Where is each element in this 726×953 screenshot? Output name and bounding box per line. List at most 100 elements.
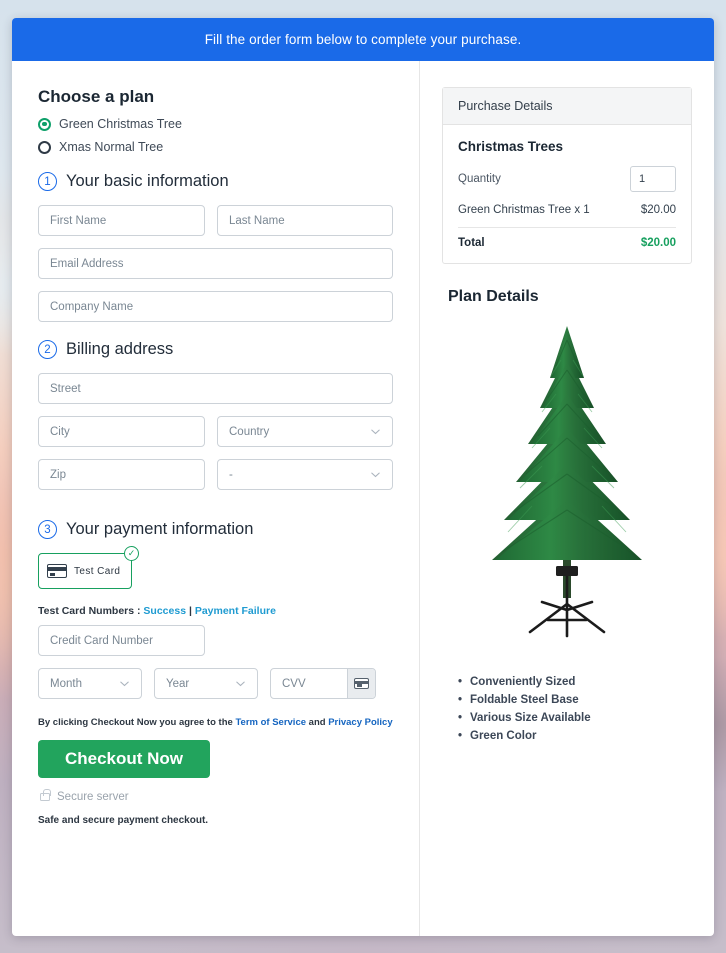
first-name-placeholder: First Name [50,214,107,227]
quantity-row: Quantity 1 [458,166,676,192]
checkout-card: Fill the order form below to complete yo… [12,18,714,936]
step-billing-address-header: 2 Billing address [38,340,393,359]
chevron-down-icon [371,472,380,478]
purchase-details-body: Christmas Trees Quantity 1 Green Christm… [443,125,691,263]
last-name-input[interactable]: Last Name [217,205,393,236]
purchase-details-title: Purchase Details [443,88,691,125]
test-card-tile[interactable]: Test Card [38,553,132,589]
month-placeholder: Month [50,677,82,690]
product-image [442,320,692,650]
test-card-label: Test Card [74,565,121,577]
country-placeholder: Country [229,425,270,438]
cvv-input[interactable]: CVV [271,669,347,698]
expiry-month-select[interactable]: Month [38,668,142,699]
plan-details-title: Plan Details [448,288,539,305]
email-placeholder: Email Address [50,257,124,270]
city-placeholder: City [50,425,70,438]
list-item: Various Size Available [458,712,692,724]
step-number-badge: 3 [38,520,57,539]
quantity-label: Quantity [458,173,501,185]
plan-option-label: Xmas Normal Tree [59,140,164,154]
country-select[interactable]: Country [217,416,393,447]
step-title: Billing address [66,340,174,358]
payment-method-test-card[interactable]: Test Card ✓ [38,546,139,589]
street-input[interactable]: Street [38,373,393,404]
year-placeholder: Year [166,677,190,690]
payment-failure-card-link[interactable]: Payment Failure [195,605,276,617]
plan-features-list: Conveniently Sized Foldable Steel Base V… [442,676,692,742]
cvv-placeholder: CVV [282,677,306,690]
street-placeholder: Street [50,382,81,395]
chevron-down-icon [371,429,380,435]
summary-column: Purchase Details Christmas Trees Quantit… [420,61,714,936]
purchase-details-panel: Purchase Details Christmas Trees Quantit… [442,87,692,264]
step-basic-information-header: 1 Your basic information [38,172,393,191]
test-card-numbers-row: Test Card Numbers : Success | Payment Fa… [38,605,393,617]
top-banner: Fill the order form below to complete yo… [12,18,714,61]
success-card-link[interactable]: Success [143,605,186,617]
line-item-amount: $20.00 [640,204,676,216]
terms-text: By clicking Checkout Now you agree to th… [38,717,393,728]
list-item: Green Color [458,730,692,742]
card-body: Choose a plan Green Christmas Tree Xmas … [12,61,714,936]
line-item-row: Green Christmas Tree x 1 $20.00 [458,204,676,228]
terms-mid: and [306,717,329,728]
list-item: Foldable Steel Base [458,694,692,706]
chevron-down-icon [236,681,245,687]
radio-unselected-icon[interactable] [38,140,51,154]
terms-of-service-link[interactable]: Term of Service [235,717,306,728]
step-number-badge: 1 [38,172,57,191]
order-form-column: Choose a plan Green Christmas Tree Xmas … [12,61,420,936]
zip-placeholder: Zip [50,468,66,481]
plan-option-xmas-normal-tree[interactable]: Xmas Normal Tree [38,140,393,154]
check-circle-icon: ✓ [124,546,139,561]
last-name-placeholder: Last Name [229,214,285,227]
zip-state-row: Zip - [38,459,393,502]
total-row: Total $20.00 [458,237,676,249]
quantity-input[interactable]: 1 [630,166,676,192]
company-placeholder: Company Name [50,300,134,313]
credit-card-placeholder: Credit Card Number [50,634,153,647]
city-input[interactable]: City [38,416,205,447]
step-title: Your payment information [66,520,254,538]
zip-input[interactable]: Zip [38,459,205,490]
step-payment-information-header: 3 Your payment information [38,520,393,539]
chevron-down-icon [120,681,129,687]
line-item-label: Green Christmas Tree x 1 [458,204,590,216]
cvv-help-button[interactable] [347,669,375,698]
company-name-input[interactable]: Company Name [38,291,393,322]
safe-checkout-note: Safe and secure payment checkout. [38,815,209,826]
lock-icon [40,789,51,801]
choose-plan-heading: Choose a plan [38,87,155,106]
step-title: Your basic information [66,172,229,190]
email-input[interactable]: Email Address [38,248,393,279]
radio-selected-icon[interactable] [38,117,51,131]
expiry-cvv-row: Month Year CVV [38,668,393,711]
total-amount: $20.00 [640,237,676,249]
first-name-input[interactable]: First Name [38,205,205,236]
cvv-field-group[interactable]: CVV [270,668,376,699]
plan-option-label: Green Christmas Tree [59,117,182,131]
name-row: First Name Last Name [38,205,393,248]
total-label: Total [458,237,485,249]
quantity-value: 1 [639,173,646,185]
credit-card-number-input[interactable]: Credit Card Number [38,625,205,656]
secure-server-label: Secure server [57,791,129,803]
plan-option-green-christmas-tree[interactable]: Green Christmas Tree [38,117,393,131]
banner-text: Fill the order form below to complete yo… [204,32,522,47]
checkout-now-button[interactable]: Checkout Now [38,740,210,778]
list-item: Conveniently Sized [458,676,692,688]
credit-card-icon [47,564,67,578]
product-title: Christmas Trees [458,139,564,154]
expiry-year-select[interactable]: Year [154,668,258,699]
city-country-row: City Country [38,416,393,459]
step-number-badge: 2 [38,340,57,359]
state-value: - [229,468,233,481]
privacy-policy-link[interactable]: Privacy Policy [328,717,392,728]
credit-card-icon [354,678,369,689]
christmas-tree-illustration [492,326,642,638]
links-separator: | [186,605,195,617]
state-select[interactable]: - [217,459,393,490]
terms-prefix: By clicking Checkout Now you agree to th… [38,717,236,728]
secure-server-note: Secure server [40,789,393,803]
